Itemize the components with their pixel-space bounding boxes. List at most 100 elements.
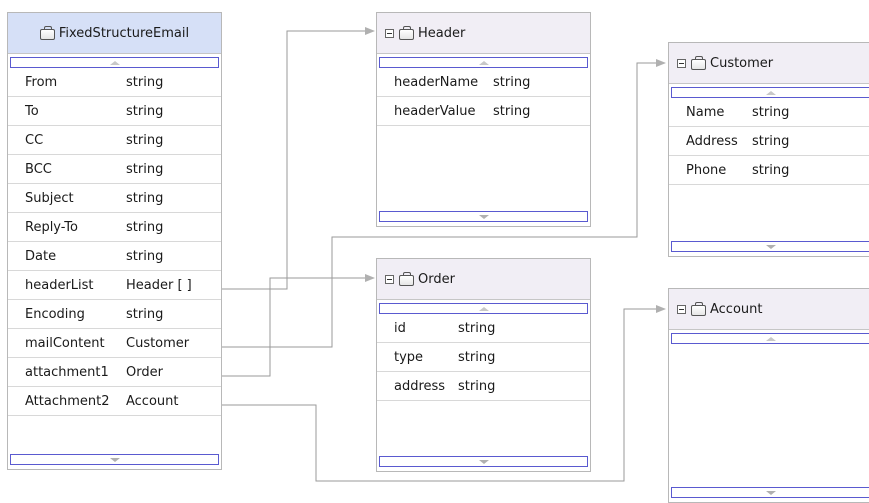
- scroll-up-button[interactable]: [671, 87, 869, 98]
- field-type: string: [493, 103, 531, 119]
- field-row[interactable]: Phone string: [669, 156, 869, 185]
- field-name: attachment1: [25, 364, 109, 380]
- field-type: string: [752, 162, 790, 178]
- arrow-up-icon: [765, 336, 776, 341]
- field-type: string: [126, 219, 164, 235]
- field-type: string: [458, 378, 496, 394]
- field-row[interactable]: headerName string: [377, 68, 590, 97]
- arrow-up-icon: [765, 90, 776, 95]
- fixedstructureemail-header[interactable]: FixedStructureEmail: [8, 13, 221, 54]
- scroll-down-button[interactable]: [10, 454, 219, 465]
- field-row[interactable]: Name string: [669, 98, 869, 127]
- field-name: Subject: [25, 190, 74, 206]
- field-name: CC: [25, 132, 44, 148]
- arrow-down-icon: [765, 490, 776, 495]
- field-type: string: [752, 104, 790, 120]
- field-row[interactable]: headerList Header [ ]: [8, 271, 221, 300]
- main-fields: From string To string CC string BCC string Subje…: [8, 68, 221, 416]
- field-name: BCC: [25, 161, 52, 177]
- customer-fields: Name string Address string Phone string: [669, 98, 869, 185]
- scroll-up-button[interactable]: [379, 303, 588, 314]
- fixedstructureemail-box[interactable]: FixedStructureEmail From string To string CC…: [7, 12, 222, 470]
- fixedstructureemail-title: FixedStructureEmail: [58, 25, 190, 41]
- collapse-icon[interactable]: [385, 274, 394, 284]
- scroll-down-button[interactable]: [379, 211, 588, 222]
- business-object-icon: [691, 56, 706, 70]
- account-title: Account: [710, 301, 763, 317]
- field-name: Attachment2: [25, 393, 110, 409]
- field-row[interactable]: Reply-To string: [8, 213, 221, 242]
- order-box-header[interactable]: Order: [377, 259, 590, 300]
- field-row[interactable]: Date string: [8, 242, 221, 271]
- header-box-header[interactable]: Header: [377, 13, 590, 54]
- field-type: string: [126, 74, 164, 90]
- scroll-up-button[interactable]: [671, 333, 869, 344]
- field-row[interactable]: Attachment2 Account: [8, 387, 221, 416]
- field-row[interactable]: CC string: [8, 126, 221, 155]
- field-name: headerName: [394, 74, 479, 90]
- field-type: string: [752, 133, 790, 149]
- field-name: Name: [686, 104, 725, 120]
- scroll-up-button[interactable]: [379, 57, 588, 68]
- field-row[interactable]: From string: [8, 68, 221, 97]
- scroll-up-button[interactable]: [10, 57, 219, 68]
- field-row[interactable]: address string: [377, 372, 590, 401]
- customer-title: Customer: [710, 55, 774, 71]
- field-name: Phone: [686, 162, 727, 178]
- business-object-icon: [399, 272, 414, 286]
- field-row[interactable]: To string: [8, 97, 221, 126]
- collapse-icon[interactable]: [385, 28, 394, 38]
- field-name: headerValue: [394, 103, 476, 119]
- field-name: From: [25, 74, 58, 90]
- field-name: Address: [686, 133, 738, 149]
- scroll-down-button[interactable]: [379, 456, 588, 467]
- field-name: type: [394, 349, 424, 365]
- business-object-icon: [691, 302, 706, 316]
- arrow-up-icon: [478, 306, 489, 311]
- field-row[interactable]: Subject string: [8, 184, 221, 213]
- field-type: string: [458, 349, 496, 365]
- field-name: Reply-To: [25, 219, 78, 235]
- customer-box-header[interactable]: Customer: [669, 43, 869, 84]
- field-name: headerList: [25, 277, 94, 293]
- field-row[interactable]: Address string: [669, 127, 869, 156]
- arrow-down-icon: [109, 457, 120, 462]
- field-row[interactable]: type string: [377, 343, 590, 372]
- field-type: Order: [126, 364, 163, 380]
- field-row[interactable]: headerValue string: [377, 97, 590, 126]
- customer-box[interactable]: Customer Name string Address string Phone str…: [668, 42, 869, 257]
- business-object-icon: [39, 26, 55, 40]
- field-type: string: [126, 248, 164, 264]
- arrow-down-icon: [478, 459, 489, 464]
- field-name: To: [25, 103, 39, 119]
- field-type: Account: [126, 393, 179, 409]
- field-name: id: [394, 320, 406, 336]
- field-row[interactable]: Encoding string: [8, 300, 221, 329]
- business-object-icon: [399, 26, 414, 40]
- field-row[interactable]: id string: [377, 314, 590, 343]
- field-type: string: [126, 306, 164, 322]
- arrow-down-icon: [478, 214, 489, 219]
- header-title: Header: [418, 25, 466, 41]
- field-row[interactable]: BCC string: [8, 155, 221, 184]
- scroll-down-button[interactable]: [671, 241, 869, 252]
- field-type: string: [126, 103, 164, 119]
- order-box[interactable]: Order id string type string address string: [376, 258, 591, 472]
- collapse-icon[interactable]: [677, 58, 686, 68]
- field-type: Customer: [126, 335, 190, 351]
- arrow-up-icon: [109, 60, 120, 65]
- field-type: string: [458, 320, 496, 336]
- scroll-down-button[interactable]: [671, 487, 869, 498]
- order-title: Order: [418, 271, 455, 287]
- field-name: mailContent: [25, 335, 105, 351]
- collapse-icon[interactable]: [677, 304, 686, 314]
- header-fields: headerName string headerValue string: [377, 68, 590, 126]
- field-type: string: [126, 132, 164, 148]
- field-row[interactable]: mailContent Customer: [8, 329, 221, 358]
- account-box-header[interactable]: Account: [669, 289, 869, 330]
- header-box[interactable]: Header headerName string headerValue string: [376, 12, 591, 227]
- field-row[interactable]: attachment1 Order: [8, 358, 221, 387]
- order-fields: id string type string address string: [377, 314, 590, 401]
- field-type: string: [126, 190, 164, 206]
- account-box[interactable]: Account: [668, 288, 869, 503]
